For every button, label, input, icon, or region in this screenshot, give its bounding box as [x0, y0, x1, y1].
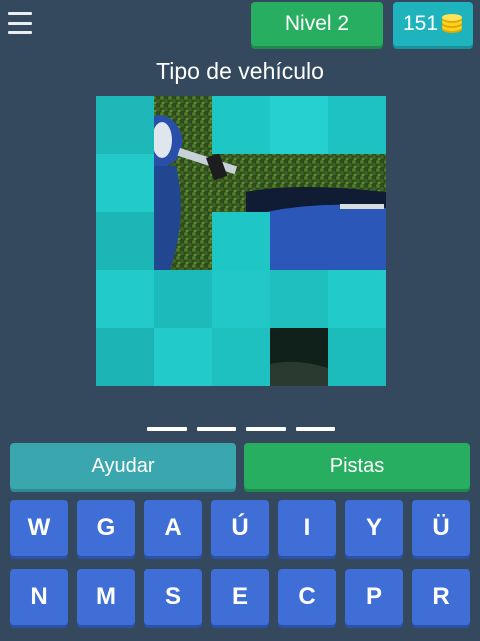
letter-key[interactable]: E	[211, 569, 269, 625]
cover-tile	[328, 270, 386, 328]
answer-slot[interactable]	[246, 427, 286, 431]
cover-tile	[212, 270, 270, 328]
letter-key[interactable]: Ü	[412, 500, 470, 556]
letter-key[interactable]: W	[10, 500, 68, 556]
cover-tile	[212, 96, 270, 154]
cover-tile	[96, 212, 154, 270]
cover-tile	[154, 270, 212, 328]
coins-count: 151	[402, 12, 439, 35]
answer-slot[interactable]	[295, 427, 335, 431]
hints-button[interactable]: Pistas	[244, 443, 470, 489]
cover-tile	[96, 154, 154, 212]
puzzle-image	[96, 96, 386, 386]
letter-key[interactable]: P	[345, 569, 403, 625]
letter-key[interactable]: I	[278, 500, 336, 556]
cover-tile	[96, 270, 154, 328]
hamburger-menu-icon-bar	[8, 21, 32, 25]
cover-tile	[96, 96, 154, 154]
cover-tile	[328, 96, 386, 154]
letter-key[interactable]: C	[278, 569, 336, 625]
coin-stack-icon	[441, 14, 463, 34]
letter-key[interactable]: N	[10, 569, 68, 625]
letter-key[interactable]: S	[144, 569, 202, 625]
hamburger-menu-icon-bar	[8, 31, 32, 34]
cover-tile	[270, 96, 328, 154]
puzzle-title: Tipo de vehículo	[156, 58, 324, 84]
answer-slot[interactable]	[147, 427, 187, 431]
cover-tile	[212, 328, 270, 386]
letter-key[interactable]: Ú	[211, 500, 269, 556]
cover-tile	[270, 270, 328, 328]
hamburger-menu-icon-bar	[8, 12, 32, 15]
level-button[interactable]: Nivel 2	[251, 2, 383, 46]
level-label: Nivel 2	[284, 12, 350, 35]
letter-key[interactable]: R	[412, 569, 470, 625]
cover-tile	[212, 212, 270, 270]
cover-tile	[154, 328, 212, 386]
answer-slots	[147, 427, 335, 432]
help-button[interactable]: Ayudar	[10, 443, 236, 489]
letter-key[interactable]: M	[77, 569, 135, 625]
coins-button[interactable]: 151	[393, 2, 473, 46]
letter-key[interactable]: Y	[345, 500, 403, 556]
cover-tile	[328, 328, 386, 386]
letter-key[interactable]: G	[77, 500, 135, 556]
letter-key[interactable]: A	[144, 500, 202, 556]
answer-slot[interactable]	[196, 427, 236, 431]
menu-button[interactable]	[8, 12, 32, 34]
cover-tile	[96, 328, 154, 386]
